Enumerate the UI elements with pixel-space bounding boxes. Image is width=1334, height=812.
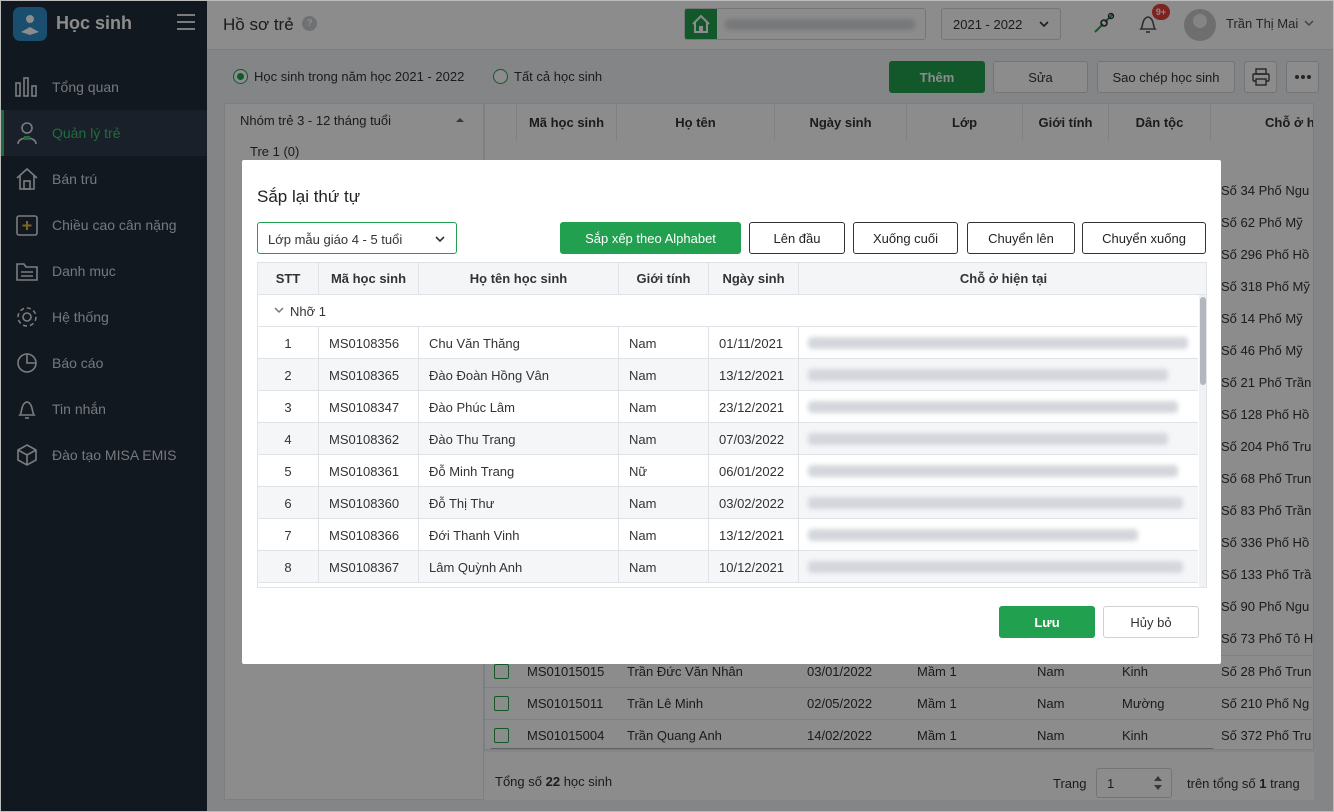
row-dob: 03/02/2022 — [709, 487, 799, 519]
row-dob: 23/12/2021 — [709, 391, 799, 423]
row-student-name: Đào Thu Trang — [419, 423, 619, 455]
scrollbar-thumb[interactable] — [1200, 297, 1206, 385]
table-row[interactable]: 5 MS0108361 Đỗ Minh Trang Nữ 06/01/2022 — [258, 455, 1198, 487]
address-blurred — [808, 561, 1183, 573]
table-row[interactable]: 1 MS0108356 Chu Văn Thăng Nam 01/11/2021 — [258, 327, 1198, 359]
row-gender: Nam — [619, 519, 709, 551]
class-select[interactable]: Lớp mẫu giáo 4 - 5 tuổi — [257, 222, 457, 254]
address-blurred — [808, 497, 1183, 509]
class-select-value: Lớp mẫu giáo 4 - 5 tuổi — [268, 232, 403, 247]
row-gender: Nam — [619, 391, 709, 423]
group-label: Nhỡ 1 — [290, 304, 326, 319]
address-blurred — [808, 529, 1138, 541]
sort-alphabet-button[interactable]: Sắp xếp theo Alphabet — [560, 222, 741, 254]
row-dob: 01/11/2021 — [709, 327, 799, 359]
row-gender: Nam — [619, 327, 709, 359]
address-blurred — [808, 369, 1168, 381]
address-blurred — [808, 401, 1178, 413]
table-row[interactable]: 6 MS0108360 Đỗ Thị Thư Nam 03/02/2022 — [258, 487, 1198, 519]
table-row[interactable]: 7 MS0108366 Đới Thanh Vinh Nam 13/12/202… — [258, 519, 1198, 551]
row-dob: 13/12/2021 — [709, 359, 799, 391]
row-stt: 6 — [258, 487, 319, 519]
row-gender: Nam — [619, 423, 709, 455]
row-stt: 7 — [258, 519, 319, 551]
table-row[interactable]: 4 MS0108362 Đào Thu Trang Nam 07/03/2022 — [258, 423, 1198, 455]
row-gender: Nữ — [619, 455, 709, 487]
dialog-title: Sắp lại thứ tự — [257, 187, 361, 206]
row-stt: 1 — [258, 327, 319, 359]
row-stt: 3 — [258, 391, 319, 423]
group-row[interactable]: Nhỡ 1 — [258, 295, 1198, 327]
row-student-id: MS0108361 — [319, 455, 419, 487]
move-up-button[interactable]: Chuyển lên — [967, 222, 1075, 254]
row-gender: Nam — [619, 487, 709, 519]
reorder-dialog: Sắp lại thứ tự Lớp mẫu giáo 4 - 5 tuổi S… — [242, 160, 1221, 664]
column-header: Ngày sinh — [709, 263, 799, 295]
chevron-down-icon — [435, 236, 445, 243]
chevron-down-icon[interactable] — [273, 305, 285, 315]
address-blurred — [808, 337, 1188, 349]
row-student-id: MS0108362 — [319, 423, 419, 455]
row-student-name: Đào Đoàn Hồng Vân — [419, 359, 619, 391]
row-student-name: Lâm Quỳnh Anh — [419, 551, 619, 583]
reorder-grid: STT Mã học sinh Họ tên học sinh Giới tín… — [257, 262, 1207, 588]
row-student-name: Đào Phúc Lâm — [419, 391, 619, 423]
row-student-name: Chu Văn Thăng — [419, 327, 619, 359]
row-student-id: MS0108360 — [319, 487, 419, 519]
row-dob: 07/03/2022 — [709, 423, 799, 455]
row-dob: 10/12/2021 — [709, 551, 799, 583]
address-blurred — [808, 465, 1178, 477]
row-student-name: Đỗ Thị Thư — [419, 487, 619, 519]
row-student-id: MS0108365 — [319, 359, 419, 391]
row-gender: Nam — [619, 359, 709, 391]
row-student-name: Đới Thanh Vinh — [419, 519, 619, 551]
save-button[interactable]: Lưu — [999, 606, 1095, 638]
row-student-name: Đỗ Minh Trang — [419, 455, 619, 487]
row-stt: 2 — [258, 359, 319, 391]
column-header: STT — [258, 263, 319, 295]
column-header: Họ tên học sinh — [419, 263, 619, 295]
move-to-top-button[interactable]: Lên đầu — [749, 222, 845, 254]
row-student-id: MS0108356 — [319, 327, 419, 359]
row-dob: 13/12/2021 — [709, 519, 799, 551]
move-to-bottom-button[interactable]: Xuống cuối — [853, 222, 958, 254]
row-student-id: MS0108347 — [319, 391, 419, 423]
row-gender: Nam — [619, 551, 709, 583]
row-stt: 8 — [258, 551, 319, 583]
vertical-scrollbar[interactable] — [1199, 295, 1206, 587]
table-row[interactable]: 8 MS0108367 Lâm Quỳnh Anh Nam 10/12/2021 — [258, 551, 1198, 583]
row-stt: 5 — [258, 455, 319, 487]
row-stt: 4 — [258, 423, 319, 455]
move-down-button[interactable]: Chuyển xuống — [1082, 222, 1206, 254]
table-row[interactable]: 3 MS0108347 Đào Phúc Lâm Nam 23/12/2021 — [258, 391, 1198, 423]
row-student-id: MS0108366 — [319, 519, 419, 551]
column-header: Mã học sinh — [319, 263, 419, 295]
row-dob: 06/01/2022 — [709, 455, 799, 487]
cancel-button[interactable]: Hủy bỏ — [1103, 606, 1199, 638]
address-blurred — [808, 433, 1168, 445]
column-header: Chỗ ở hiện tại — [799, 263, 1206, 295]
table-row[interactable]: 2 MS0108365 Đào Đoàn Hồng Vân Nam 13/12/… — [258, 359, 1198, 391]
row-student-id: MS0108367 — [319, 551, 419, 583]
column-header: Giới tính — [619, 263, 709, 295]
